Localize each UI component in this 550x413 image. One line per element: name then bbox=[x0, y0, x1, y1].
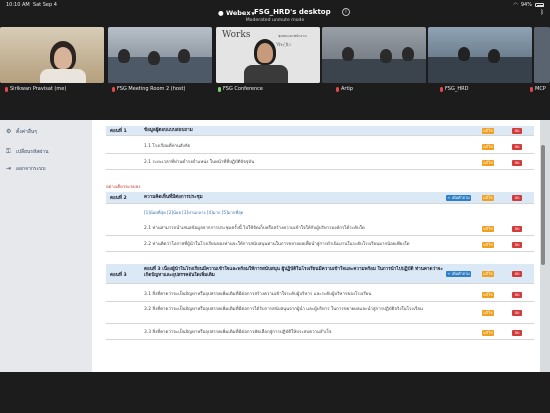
participant-label: Artip bbox=[336, 86, 353, 92]
settings-icon: ⚙ bbox=[6, 128, 12, 135]
participant-strip: Sirikwan Pravisat (me) FSG Meeting Room … bbox=[0, 27, 550, 97]
participant-label: FSG_HRD bbox=[440, 86, 468, 92]
questionnaire-editor: ตอนที่ 1 ข้อมูลผู้ตอบแบบสอบถาม แก้ไข ลบ … bbox=[92, 120, 540, 372]
video-tile[interactable] bbox=[108, 27, 212, 83]
mic-muted-icon bbox=[440, 86, 443, 92]
key-icon: ⚿ bbox=[6, 148, 11, 155]
question-row: 2.1 ระยะเวลาที่ท่านดำรงตำแหน่ง ในหน้าที่… bbox=[106, 156, 534, 170]
section-1-header: ตอนที่ 1 ข้อมูลผู้ตอบแบบสอบถาม แก้ไข ลบ bbox=[106, 126, 534, 136]
scrollbar[interactable] bbox=[541, 145, 545, 265]
delete-button[interactable]: ลบ bbox=[512, 128, 522, 134]
participant-label: FSG Conference bbox=[218, 86, 263, 92]
add-question-button[interactable]: + เพิ่มคำถาม bbox=[446, 271, 471, 277]
participant-label: Sirikwan Pravisat (me) bbox=[5, 86, 66, 92]
sidebar: ⚙ ตั้งค่าอื่นๆ ⚿ เปลี่ยนรหัสผ่าน ⇥ ออกจา… bbox=[0, 120, 92, 372]
logout-icon: ⇥ bbox=[6, 165, 12, 172]
participant-label: MCP bbox=[530, 86, 546, 92]
delete-button[interactable]: ลบ bbox=[512, 226, 522, 232]
mic-muted-icon bbox=[5, 86, 8, 92]
question-row: 2.2 ท่านคิดว่าโอกาสที่ผู้นำในโรงเรียนของ… bbox=[106, 238, 534, 252]
delete-button[interactable]: ลบ bbox=[512, 160, 522, 166]
video-tile[interactable] bbox=[0, 27, 104, 83]
bottom-bar bbox=[0, 372, 550, 413]
question-row: 2.1 ท่านสามารถนำเสนอข้อมูลจากการประชุมคร… bbox=[106, 222, 534, 236]
edit-button[interactable]: แก้ไข bbox=[482, 144, 494, 150]
edit-button[interactable]: แก้ไข bbox=[482, 242, 494, 248]
info-icon[interactable]: i bbox=[342, 8, 350, 16]
mic-on-icon bbox=[218, 86, 221, 92]
delete-button[interactable]: ลบ bbox=[512, 330, 522, 336]
delete-button[interactable]: ลบ bbox=[512, 271, 522, 277]
slide-title: Works bbox=[222, 30, 251, 40]
question-row: 3.1 สิ่งที่คาดว่าจะเป็นปัญหาหรืออุปสรรคเ… bbox=[106, 288, 534, 302]
question-row: 3.2 สิ่งที่คาดว่าจะเป็นปัญหาหรืออุปสรรคเ… bbox=[106, 304, 534, 324]
video-tile[interactable] bbox=[534, 27, 550, 83]
sidebar-item-logout[interactable]: ⇥ ออกจากระบบ bbox=[6, 165, 46, 173]
rating-scale-row: [1]น้อยที่สุด [2]น้อย [3]ปานกลาง [4]มาก … bbox=[144, 210, 244, 215]
shared-desktop-title: FSG_HRD's desktop bbox=[254, 8, 331, 16]
delete-button[interactable]: ลบ bbox=[512, 144, 522, 150]
bluetooth-icon: ᛒ bbox=[540, 9, 544, 16]
video-tile[interactable] bbox=[428, 27, 532, 83]
section-note: อย่างเดียวจะจบลง bbox=[106, 185, 141, 190]
edit-button[interactable]: แก้ไข bbox=[482, 226, 494, 232]
meeting-mode: Moderated unmute mode bbox=[245, 18, 305, 23]
sidebar-item-change-password[interactable]: ⚿ เปลี่ยนรหัสผ่าน bbox=[6, 148, 48, 156]
video-tile[interactable]: Works ชุมชนและพนักงาน ไร้ระ ุ้นิว bbox=[216, 27, 320, 83]
edit-button[interactable]: แก้ไข bbox=[482, 271, 494, 277]
edit-button[interactable]: แก้ไข bbox=[482, 128, 494, 134]
delete-button[interactable]: ลบ bbox=[512, 292, 522, 298]
edit-button[interactable]: แก้ไข bbox=[482, 292, 494, 298]
participant-label: FSG Meeting Room 2 (host) bbox=[112, 86, 185, 92]
question-row: 1.1 โรงเรียนที่ท่านสังกัด แก้ไข ลบ bbox=[106, 140, 534, 154]
question-row: 3.3 สิ่งที่คาดว่าจะเป็นปัญหาหรืออุปสรรคเ… bbox=[106, 326, 534, 340]
webex-menu[interactable]: ● Webex▼ bbox=[218, 9, 255, 17]
edit-button[interactable]: แก้ไข bbox=[482, 195, 494, 201]
video-tile[interactable] bbox=[322, 27, 426, 83]
sidebar-item-settings[interactable]: ⚙ ตั้งค่าอื่นๆ bbox=[6, 128, 37, 136]
meeting-header: ● Webex▼ FSG_HRD's desktop i Moderated u… bbox=[0, 8, 550, 26]
battery-icon bbox=[535, 3, 544, 7]
delete-button[interactable]: ลบ bbox=[512, 310, 522, 316]
mic-muted-icon bbox=[112, 86, 115, 92]
mic-muted-icon bbox=[530, 86, 533, 92]
section-3-header: ตอนที่ 3 ตอนที่ 3 เนื่องผู้นำในโรงเรียนม… bbox=[106, 264, 534, 284]
slide-subtitle: ชุมชนและพนักงาน bbox=[278, 34, 307, 38]
edit-button[interactable]: แก้ไข bbox=[482, 160, 494, 166]
mic-muted-icon bbox=[336, 86, 339, 92]
edit-button[interactable]: แก้ไข bbox=[482, 310, 494, 316]
edit-button[interactable]: แก้ไข bbox=[482, 330, 494, 336]
section-2-header: ตอนที่ 2 ความคิดเห็นที่มีต่อการประชุม + … bbox=[106, 192, 534, 204]
delete-button[interactable]: ลบ bbox=[512, 195, 522, 201]
add-question-button[interactable]: + เพิ่มคำถาม bbox=[446, 195, 471, 201]
delete-button[interactable]: ลบ bbox=[512, 242, 522, 248]
slide-subtitle: ไร้ระ ุ้นิว bbox=[276, 42, 291, 47]
